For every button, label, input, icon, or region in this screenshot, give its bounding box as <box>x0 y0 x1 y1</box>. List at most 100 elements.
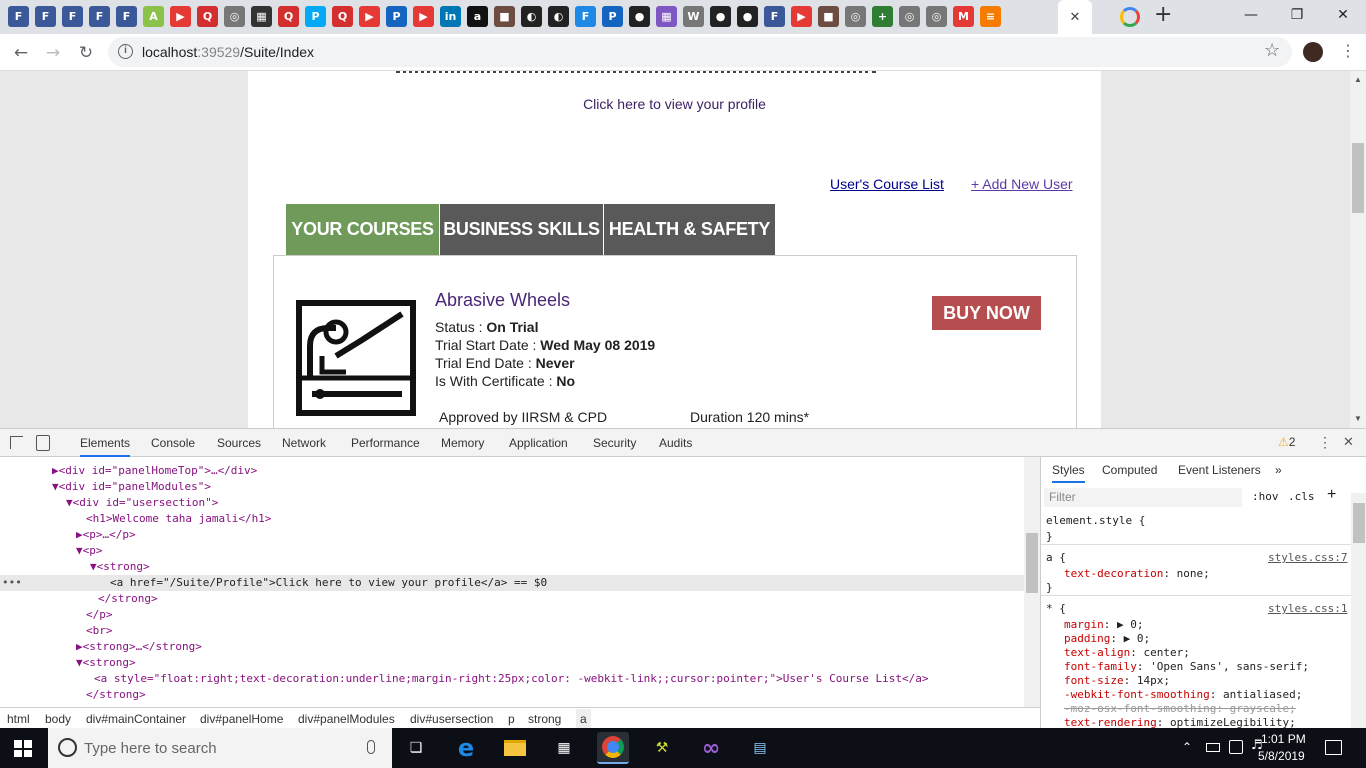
breadcrumb-item[interactable]: div#usersection <box>410 712 493 726</box>
scroll-down-arrow[interactable]: ▼ <box>1354 414 1362 423</box>
css-property-name[interactable]: margin <box>1064 618 1104 631</box>
pinned-tab-favicon-icon[interactable]: in <box>440 6 461 27</box>
users-course-list-link[interactable]: User's Course List <box>830 176 944 192</box>
css-property[interactable]: -webkit-font-smoothing: antialiased; <box>1064 688 1302 701</box>
pinned-tab-favicon-icon[interactable]: ▶ <box>791 6 812 27</box>
css-property-name[interactable]: padding <box>1064 632 1110 645</box>
scroll-thumb[interactable] <box>1352 143 1364 213</box>
chrome-icon[interactable] <box>597 732 629 764</box>
edge-icon[interactable]: e <box>450 732 482 764</box>
pinned-tab-favicon-icon[interactable]: F <box>8 6 29 27</box>
back-icon[interactable]: ← <box>8 40 34 66</box>
tools-app-icon[interactable]: ⚒ <box>646 732 678 764</box>
dom-node[interactable]: ▶<strong>…</strong> <box>76 639 202 655</box>
buy-now-button[interactable]: BUY NOW <box>932 296 1041 330</box>
page-scrollbar[interactable]: ▲ ▼ <box>1350 71 1366 428</box>
pinned-tab-favicon-icon[interactable]: F <box>116 6 137 27</box>
css-property-name[interactable]: -moz-osx-font-smoothing <box>1064 702 1216 715</box>
pinned-tab-favicon-icon[interactable]: F <box>35 6 56 27</box>
css-property-value[interactable]: grayscale; <box>1230 702 1296 715</box>
hov-toggle[interactable]: :hov <box>1252 490 1279 503</box>
dom-scrollbar[interactable] <box>1024 457 1040 707</box>
tab-audits[interactable]: Audits <box>659 436 692 450</box>
css-property-value[interactable]: antialiased; <box>1223 688 1302 701</box>
tab-business-skills[interactable]: BUSINESS SKILLS <box>440 204 603 255</box>
element-style-rule[interactable]: element.style { <box>1046 514 1145 527</box>
tab-network[interactable]: Network <box>282 436 326 450</box>
info-icon[interactable]: i <box>118 44 133 59</box>
pinned-tab-favicon-icon[interactable]: P <box>602 6 623 27</box>
css-property[interactable]: margin: ▶ 0; <box>1064 618 1144 631</box>
more-tabs-icon[interactable]: » <box>1275 463 1282 477</box>
view-profile-link[interactable]: Click here to view your profile <box>248 96 1101 112</box>
dom-node[interactable]: </strong> <box>86 687 146 703</box>
pinned-tab-favicon-icon[interactable]: Q <box>278 6 299 27</box>
css-property-name[interactable]: text-decoration <box>1064 567 1163 580</box>
css-property[interactable]: text-align: center; <box>1064 646 1190 659</box>
network-icon[interactable] <box>1229 740 1243 754</box>
dom-node[interactable]: </strong> <box>98 591 158 607</box>
dom-tree[interactable]: ▶<div id="panelHomeTop">…</div> ▼<div id=… <box>0 457 1024 707</box>
css-property-value[interactable]: 14px; <box>1137 674 1170 687</box>
rule-star-source-link[interactable]: styles.css:1 <box>1268 602 1347 615</box>
pinned-tab-favicon-icon[interactable]: ◐ <box>521 6 542 27</box>
pinned-tab-favicon-icon[interactable]: ● <box>629 6 650 27</box>
pinned-tab-favicon-icon[interactable]: F <box>62 6 83 27</box>
microphone-icon[interactable] <box>367 740 375 754</box>
devtools-close-icon[interactable]: ✕ <box>1343 434 1354 450</box>
css-property-value[interactable]: center; <box>1143 646 1189 659</box>
pinned-tab-favicon-icon[interactable]: a <box>467 6 488 27</box>
pinned-tab-favicon-icon[interactable]: ≡ <box>980 6 1001 27</box>
pinned-tab-favicon-icon[interactable]: P <box>305 6 326 27</box>
pinned-tab-favicon-icon[interactable]: A <box>143 6 164 27</box>
css-property[interactable]: -moz-osx-font-smoothing: grayscale; <box>1064 702 1296 715</box>
pinned-tab-favicon-icon[interactable]: + <box>872 6 893 27</box>
store-icon[interactable]: ▦ <box>548 732 580 764</box>
pinned-tab-favicon-icon[interactable]: F <box>575 6 596 27</box>
dom-node[interactable]: ▼<div id="usersection"> <box>66 495 218 511</box>
close-window-button[interactable]: ✕ <box>1320 0 1366 30</box>
css-property-value[interactable]: ▶ 0; <box>1117 618 1144 631</box>
breadcrumb-item[interactable]: html <box>7 712 30 726</box>
editor-app-icon[interactable]: ▤ <box>744 732 776 764</box>
css-property-name[interactable]: font-family <box>1064 660 1137 673</box>
tab-security[interactable]: Security <box>593 436 636 450</box>
task-view-icon[interactable]: ❏ <box>400 732 432 764</box>
breadcrumb-item[interactable]: strong <box>528 712 561 726</box>
css-property-value[interactable]: 'Open Sans', sans-serif; <box>1150 660 1309 673</box>
pinned-tab-favicon-icon[interactable]: ▦ <box>656 6 677 27</box>
pinned-tab-favicon-icon[interactable]: ● <box>710 6 731 27</box>
reload-icon[interactable]: ↻ <box>73 40 99 66</box>
notifications-icon[interactable] <box>1325 740 1342 755</box>
styles-scroll-thumb[interactable] <box>1353 503 1365 543</box>
active-tab[interactable]: ✕ <box>1058 0 1092 34</box>
tab-memory[interactable]: Memory <box>441 436 484 450</box>
profile-avatar[interactable] <box>1303 42 1323 62</box>
pinned-tab-favicon-icon[interactable]: Q <box>332 6 353 27</box>
course-title[interactable]: Abrasive Wheels <box>435 290 570 311</box>
dom-node[interactable]: <a style="float:right;text-decoration:un… <box>94 671 928 687</box>
dom-node[interactable]: <h1>Welcome taha jamali</h1> <box>86 511 271 527</box>
pinned-tab-favicon-icon[interactable]: F <box>89 6 110 27</box>
pinned-tab-favicon-icon[interactable]: ● <box>737 6 758 27</box>
pinned-tab-favicon-icon[interactable]: ■ <box>494 6 515 27</box>
rule-a-selector[interactable]: a { <box>1046 551 1066 564</box>
tab-console[interactable]: Console <box>151 436 195 450</box>
css-property-name[interactable]: font-size <box>1064 674 1124 687</box>
add-rule-icon[interactable]: + <box>1327 486 1336 504</box>
dom-node[interactable]: </p> <box>86 607 113 623</box>
css-property[interactable]: text-decoration: none; <box>1064 567 1210 580</box>
pinned-tab-favicon-icon[interactable]: ◎ <box>845 6 866 27</box>
dom-node[interactable]: ▼<div id="panelModules"> <box>52 479 211 495</box>
css-property[interactable]: font-size: 14px; <box>1064 674 1170 687</box>
minimize-button[interactable]: — <box>1228 0 1274 30</box>
breadcrumb-item[interactable]: a <box>576 709 591 729</box>
dom-node[interactable]: <br> <box>86 623 113 639</box>
pinned-tab-favicon-icon[interactable]: Q <box>197 6 218 27</box>
dom-node[interactable]: ▶<p>…</p> <box>76 527 136 543</box>
taskbar-search-box[interactable]: Type here to search <box>48 728 392 768</box>
dom-node[interactable]: ▶<div id="panelHomeTop">…</div> <box>52 463 257 479</box>
tab-performance[interactable]: Performance <box>351 436 420 450</box>
dom-node[interactable]: ▼<strong> <box>90 559 150 575</box>
selected-node-dots[interactable]: ••• <box>2 575 22 591</box>
